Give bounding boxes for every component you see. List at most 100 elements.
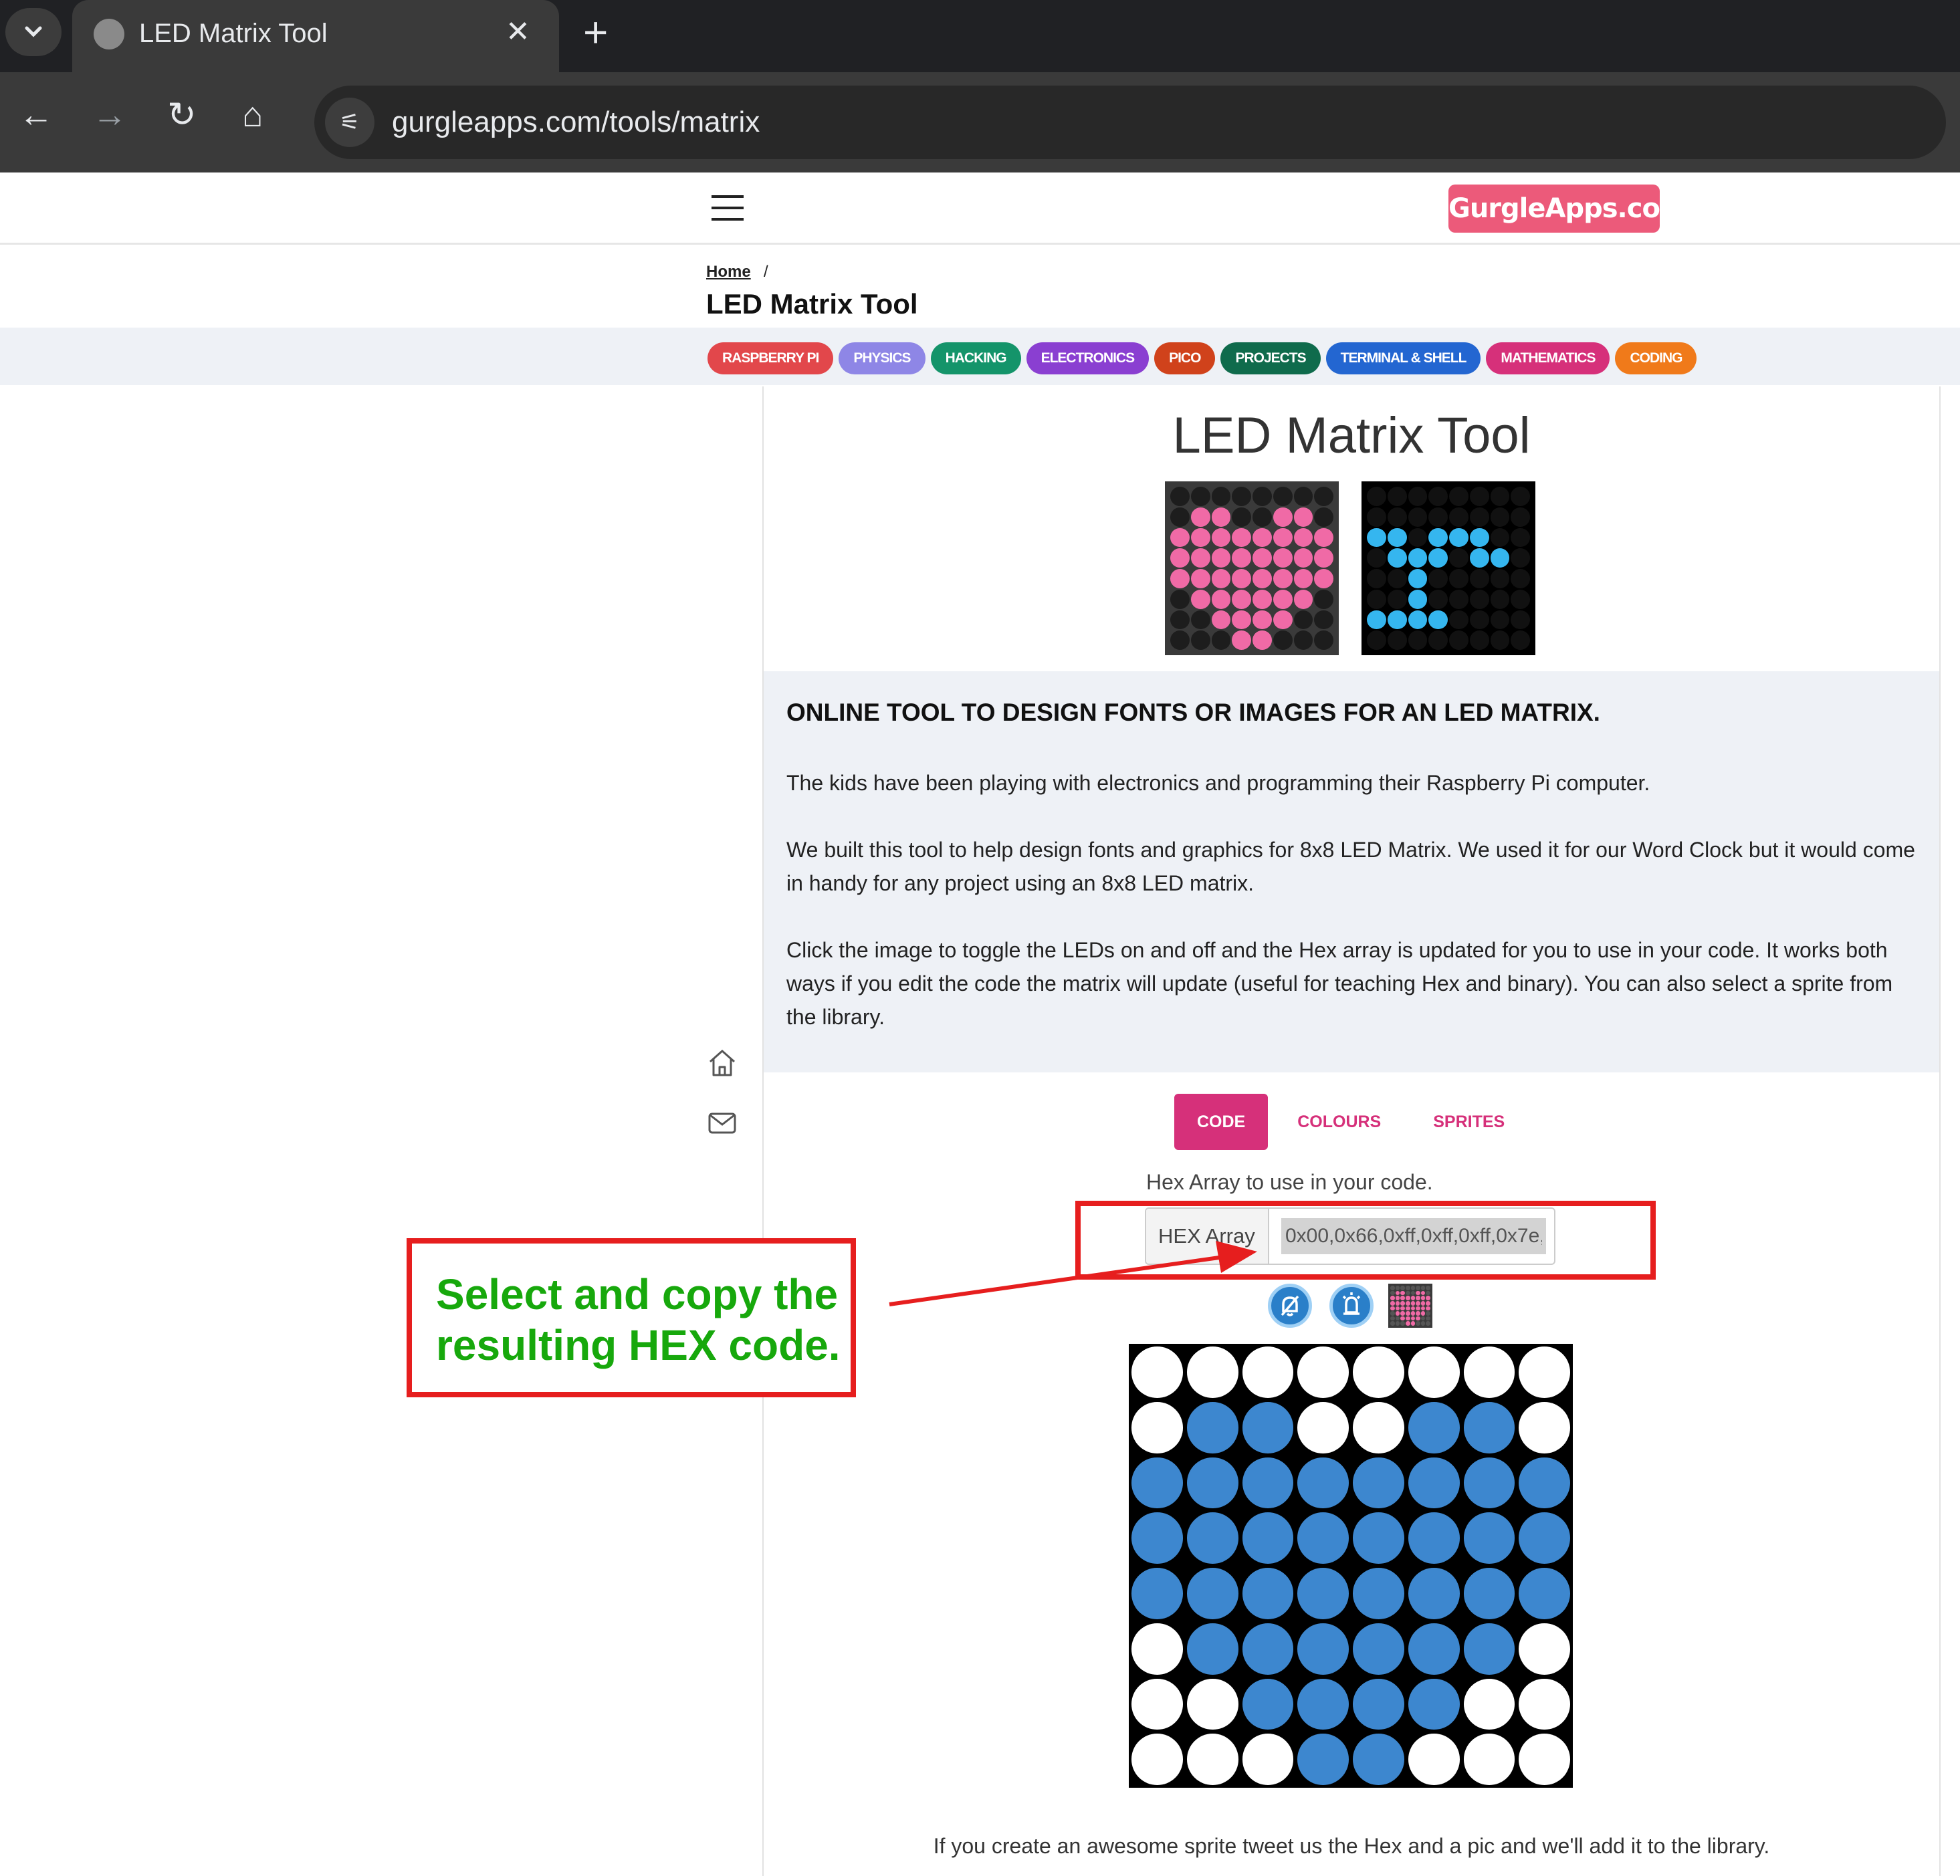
matrix-led[interactable] (1463, 1568, 1515, 1619)
matrix-led[interactable] (1519, 1623, 1570, 1675)
matrix-led[interactable] (1297, 1401, 1349, 1453)
site-logo[interactable]: GurgleApps.com (1448, 185, 1688, 233)
matrix-led[interactable] (1408, 1512, 1460, 1564)
tab-sprites[interactable]: SPRITES (1410, 1094, 1527, 1150)
matrix-led[interactable] (1131, 1401, 1183, 1453)
page-title: LED Matrix Tool (706, 288, 918, 320)
matrix-led[interactable] (1131, 1678, 1183, 1730)
matrix-led[interactable] (1463, 1623, 1515, 1675)
matrix-led[interactable] (1353, 1457, 1404, 1509)
matrix-led[interactable] (1242, 1734, 1294, 1785)
matrix-led[interactable] (1353, 1568, 1404, 1619)
matrix-led[interactable] (1297, 1568, 1349, 1619)
matrix-led[interactable] (1242, 1512, 1294, 1564)
matrix-led[interactable] (1297, 1512, 1349, 1564)
matrix-led[interactable] (1242, 1346, 1294, 1398)
mail-icon[interactable] (705, 1106, 740, 1141)
reload-icon[interactable]: ↻ (167, 94, 197, 136)
tab-colours[interactable]: COLOURS (1275, 1094, 1404, 1150)
forward-arrow-icon[interactable]: → (92, 94, 127, 136)
matrix-led[interactable] (1131, 1568, 1183, 1619)
back-arrow-icon[interactable]: ← (19, 94, 53, 136)
matrix-led[interactable] (1186, 1678, 1238, 1730)
preview-led (1293, 630, 1313, 650)
matrix-led[interactable] (1242, 1401, 1294, 1453)
matrix-led[interactable] (1463, 1346, 1515, 1398)
category-pill[interactable]: CODING (1615, 342, 1697, 374)
matrix-led[interactable] (1297, 1678, 1349, 1730)
matrix-led[interactable] (1186, 1623, 1238, 1675)
matrix-led[interactable] (1297, 1346, 1349, 1398)
matrix-led[interactable] (1408, 1457, 1460, 1509)
category-pill[interactable]: ELECTRONICS (1026, 342, 1150, 374)
matrix-led[interactable] (1131, 1457, 1183, 1509)
matrix-led[interactable] (1297, 1734, 1349, 1785)
category-pill[interactable]: MATHEMATICS (1486, 342, 1610, 374)
matrix-led[interactable] (1519, 1678, 1570, 1730)
matrix-led[interactable] (1186, 1512, 1238, 1564)
matrix-led[interactable] (1297, 1623, 1349, 1675)
matrix-led[interactable] (1408, 1401, 1460, 1453)
heart-sprite-led (1405, 1311, 1410, 1316)
matrix-led[interactable] (1131, 1623, 1183, 1675)
url-text[interactable]: gurgleapps.com/tools/matrix (392, 103, 760, 142)
matrix-led[interactable] (1297, 1457, 1349, 1509)
matrix-led[interactable] (1463, 1734, 1515, 1785)
matrix-led[interactable] (1131, 1734, 1183, 1785)
category-pill[interactable]: PROJECTS (1220, 342, 1321, 374)
site-info-icon[interactable]: ⚟ (325, 98, 374, 147)
matrix-led[interactable] (1519, 1734, 1570, 1785)
matrix-led[interactable] (1353, 1401, 1404, 1453)
matrix-led[interactable] (1186, 1401, 1238, 1453)
matrix-led[interactable] (1519, 1346, 1570, 1398)
clear-matrix-button[interactable] (1268, 1284, 1312, 1328)
hamburger-menu-icon[interactable] (712, 195, 744, 221)
matrix-led[interactable] (1463, 1457, 1515, 1509)
matrix-led[interactable] (1519, 1512, 1570, 1564)
matrix-led[interactable] (1353, 1623, 1404, 1675)
matrix-led[interactable] (1519, 1457, 1570, 1509)
matrix-led[interactable] (1186, 1457, 1238, 1509)
home-icon[interactable]: ⌂ (242, 94, 263, 136)
category-pill[interactable]: TERMINAL & SHELL (1325, 342, 1481, 374)
matrix-led[interactable] (1353, 1678, 1404, 1730)
matrix-led[interactable] (1463, 1678, 1515, 1730)
matrix-led[interactable] (1408, 1734, 1460, 1785)
matrix-led[interactable] (1519, 1401, 1570, 1453)
matrix-led[interactable] (1131, 1512, 1183, 1564)
matrix-led[interactable] (1353, 1734, 1404, 1785)
heart-sprite-button[interactable] (1388, 1284, 1432, 1328)
matrix-led[interactable] (1186, 1734, 1238, 1785)
matrix-led[interactable] (1242, 1457, 1294, 1509)
matrix-led[interactable] (1408, 1678, 1460, 1730)
category-pill[interactable]: PHYSICS (839, 342, 925, 374)
category-pill[interactable]: RASPBERRY PI (707, 342, 834, 374)
preview-led (1490, 610, 1510, 630)
matrix-led[interactable] (1131, 1346, 1183, 1398)
close-icon[interactable]: ✕ (506, 12, 530, 52)
home-icon[interactable] (705, 1046, 740, 1080)
matrix-led[interactable] (1242, 1568, 1294, 1619)
tab-search-button[interactable] (5, 8, 62, 56)
invert-matrix-button[interactable] (1329, 1284, 1374, 1328)
heart-sprite-led (1416, 1286, 1420, 1290)
matrix-led[interactable] (1408, 1346, 1460, 1398)
annotation-text: Select and copy the resulting HEX code. (436, 1270, 841, 1369)
matrix-led[interactable] (1519, 1568, 1570, 1619)
matrix-led[interactable] (1242, 1623, 1294, 1675)
matrix-led[interactable] (1463, 1512, 1515, 1564)
matrix-led[interactable] (1242, 1678, 1294, 1730)
breadcrumb-home-link[interactable]: Home (706, 262, 751, 282)
preview-led (1232, 507, 1251, 527)
matrix-led[interactable] (1186, 1568, 1238, 1619)
matrix-led[interactable] (1408, 1623, 1460, 1675)
matrix-led[interactable] (1463, 1401, 1515, 1453)
tab-code[interactable]: CODE (1174, 1094, 1269, 1150)
matrix-led[interactable] (1408, 1568, 1460, 1619)
category-pill[interactable]: PICO (1154, 342, 1216, 374)
matrix-led[interactable] (1353, 1512, 1404, 1564)
matrix-led[interactable] (1353, 1346, 1404, 1398)
matrix-led[interactable] (1186, 1346, 1238, 1398)
new-tab-button[interactable]: + (583, 7, 608, 57)
category-pill[interactable]: HACKING (930, 342, 1021, 374)
